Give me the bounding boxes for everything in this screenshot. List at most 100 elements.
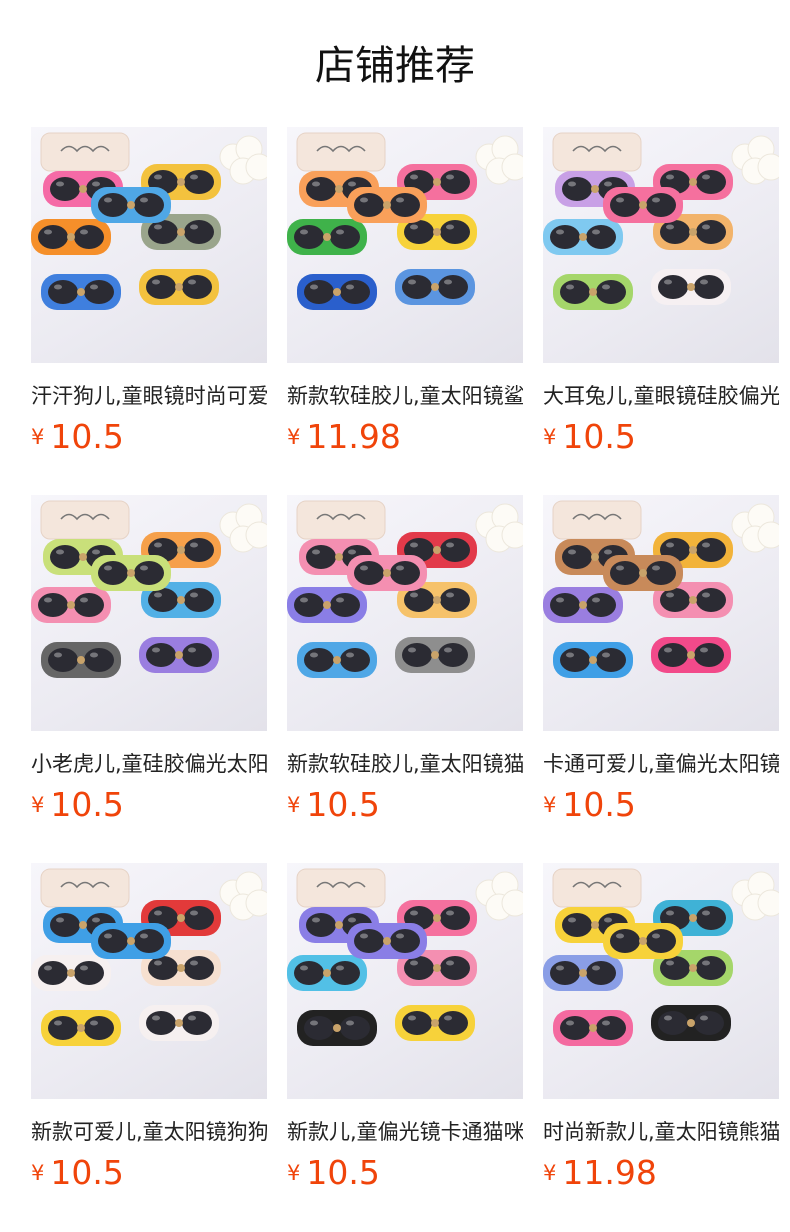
currency-symbol: ¥ xyxy=(543,425,557,449)
sunglasses-item xyxy=(395,269,475,305)
product-image[interactable] xyxy=(31,127,267,363)
sunglasses-item xyxy=(297,1010,377,1046)
price-amount: 10.5 xyxy=(306,785,380,824)
product-photo xyxy=(31,500,267,678)
product-photo xyxy=(543,132,779,310)
product-name[interactable]: 汗汗狗儿,童眼镜时尚可爱 xyxy=(31,382,267,410)
currency-symbol: ¥ xyxy=(287,425,301,449)
currency-symbol: ¥ xyxy=(31,793,45,817)
sunglasses-item xyxy=(91,923,171,959)
sunglasses-item xyxy=(543,219,623,255)
sunglasses-item xyxy=(139,1005,219,1041)
product-photo xyxy=(543,500,779,678)
sunglasses-item xyxy=(553,274,633,310)
product-image[interactable] xyxy=(543,863,779,1099)
product-grid: 汗汗狗儿,童眼镜时尚可爱 ¥10.5 新款软硅胶儿,童太阳镜鲨鱼 ¥11.98 … xyxy=(31,127,779,1231)
product-card[interactable]: 大耳兔儿,童眼镜硅胶偏光 ¥10.5 xyxy=(543,127,779,495)
product-price: ¥10.5 xyxy=(543,417,636,457)
price-amount: 10.5 xyxy=(50,417,124,456)
sunglasses-item xyxy=(287,219,367,255)
product-photo xyxy=(31,132,267,310)
price-amount: 11.98 xyxy=(306,417,401,456)
product-card[interactable]: 新款可爱儿,童太阳镜狗狗 ¥10.5 xyxy=(31,863,267,1231)
sunglasses-item xyxy=(651,1005,731,1041)
sunglasses-item xyxy=(31,955,111,991)
sunglasses-item xyxy=(297,642,377,678)
sunglasses-item xyxy=(41,274,121,310)
sunglasses-item xyxy=(553,1010,633,1046)
product-name[interactable]: 卡通可爱儿,童偏光太阳镜 xyxy=(543,750,779,778)
sunglasses-item xyxy=(91,187,171,223)
product-name[interactable]: 新款软硅胶儿,童太阳镜猫咪 xyxy=(287,750,523,778)
product-price: ¥11.98 xyxy=(543,1153,657,1193)
product-price: ¥10.5 xyxy=(543,785,636,825)
product-price: ¥10.5 xyxy=(31,785,124,825)
product-price: ¥10.5 xyxy=(31,417,124,457)
product-price: ¥10.5 xyxy=(31,1153,124,1193)
product-image[interactable] xyxy=(543,127,779,363)
sunglasses-item xyxy=(347,923,427,959)
sunglasses-item xyxy=(41,1010,121,1046)
sunglasses-item xyxy=(41,642,121,678)
product-photo xyxy=(287,500,523,678)
sunglasses-item xyxy=(347,187,427,223)
product-photo xyxy=(31,868,267,1046)
sunglasses-item xyxy=(603,923,683,959)
sunglasses-item xyxy=(603,187,683,223)
product-image[interactable] xyxy=(287,127,523,363)
product-card[interactable]: 卡通可爱儿,童偏光太阳镜 ¥10.5 xyxy=(543,495,779,863)
product-name[interactable]: 新款软硅胶儿,童太阳镜鲨鱼 xyxy=(287,382,523,410)
price-amount: 10.5 xyxy=(562,785,636,824)
product-card[interactable]: 新款儿,童偏光镜卡通猫咪 ¥10.5 xyxy=(287,863,523,1231)
sunglasses-item xyxy=(31,587,111,623)
sunglasses-item xyxy=(603,555,683,591)
sunglasses-item xyxy=(543,955,623,991)
sunglasses-item xyxy=(395,1005,475,1041)
product-card[interactable]: 时尚新款儿,童太阳镜熊猫 ¥11.98 xyxy=(543,863,779,1231)
product-photo xyxy=(543,868,779,1046)
currency-symbol: ¥ xyxy=(543,1161,557,1185)
price-amount: 10.5 xyxy=(562,417,636,456)
sunglasses-item xyxy=(139,637,219,673)
product-card[interactable]: 新款软硅胶儿,童太阳镜猫咪 ¥10.5 xyxy=(287,495,523,863)
currency-symbol: ¥ xyxy=(287,793,301,817)
product-card[interactable]: 小老虎儿,童硅胶偏光太阳镜 ¥10.5 xyxy=(31,495,267,863)
product-name[interactable]: 小老虎儿,童硅胶偏光太阳镜 xyxy=(31,750,267,778)
sunglasses-item xyxy=(553,642,633,678)
product-image[interactable] xyxy=(287,495,523,731)
sunglasses-item xyxy=(139,269,219,305)
product-name[interactable]: 新款可爱儿,童太阳镜狗狗 xyxy=(31,1118,267,1146)
product-price: ¥10.5 xyxy=(287,785,380,825)
page-title: 店铺推荐 xyxy=(315,43,475,89)
sunglasses-item xyxy=(395,637,475,673)
price-amount: 11.98 xyxy=(562,1153,657,1192)
currency-symbol: ¥ xyxy=(31,1161,45,1185)
product-image[interactable] xyxy=(287,863,523,1099)
price-amount: 10.5 xyxy=(50,1153,124,1192)
sunglasses-item xyxy=(651,269,731,305)
product-photo xyxy=(287,132,523,310)
sunglasses-item xyxy=(287,955,367,991)
price-amount: 10.5 xyxy=(306,1153,380,1192)
currency-symbol: ¥ xyxy=(31,425,45,449)
sunglasses-item xyxy=(543,587,623,623)
product-image[interactable] xyxy=(543,495,779,731)
product-card[interactable]: 新款软硅胶儿,童太阳镜鲨鱼 ¥11.98 xyxy=(287,127,523,495)
currency-symbol: ¥ xyxy=(543,793,557,817)
product-name[interactable]: 新款儿,童偏光镜卡通猫咪 xyxy=(287,1118,523,1146)
price-amount: 10.5 xyxy=(50,785,124,824)
product-image[interactable] xyxy=(31,495,267,731)
currency-symbol: ¥ xyxy=(287,1161,301,1185)
product-name[interactable]: 时尚新款儿,童太阳镜熊猫 xyxy=(543,1118,779,1146)
product-card[interactable]: 汗汗狗儿,童眼镜时尚可爱 ¥10.5 xyxy=(31,127,267,495)
sunglasses-item xyxy=(347,555,427,591)
product-price: ¥11.98 xyxy=(287,417,401,457)
product-name[interactable]: 大耳兔儿,童眼镜硅胶偏光 xyxy=(543,382,779,410)
product-price: ¥10.5 xyxy=(287,1153,380,1193)
sunglasses-item xyxy=(91,555,171,591)
product-photo xyxy=(287,868,523,1046)
sunglasses-item xyxy=(651,637,731,673)
sunglasses-item xyxy=(297,274,377,310)
sunglasses-item xyxy=(31,219,111,255)
product-image[interactable] xyxy=(31,863,267,1099)
